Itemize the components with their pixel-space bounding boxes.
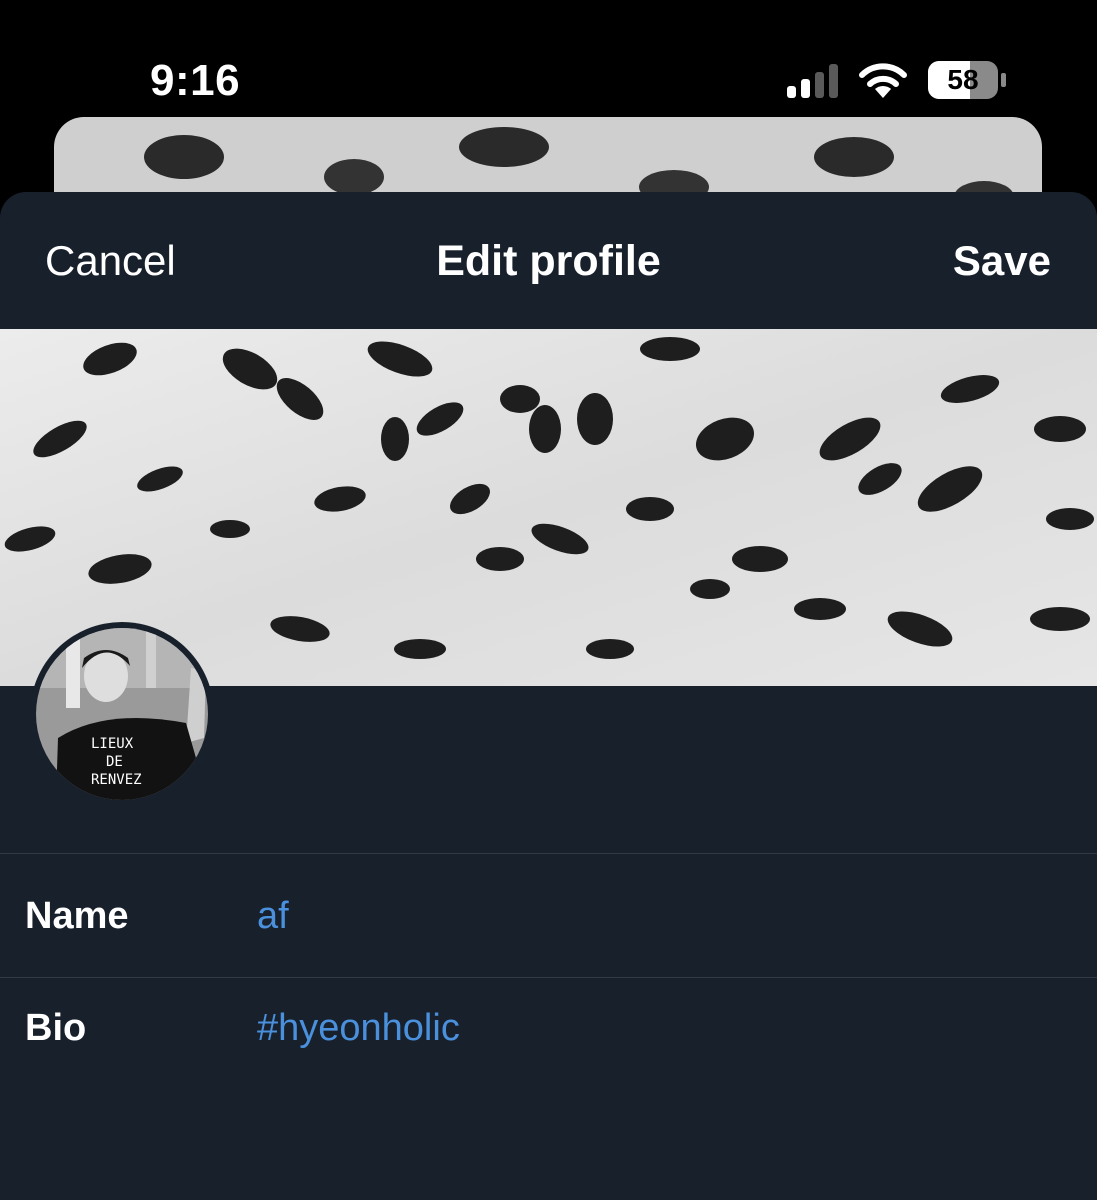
divider xyxy=(0,853,1097,854)
bio-field-label: Bio xyxy=(25,1007,87,1049)
cellular-signal-icon xyxy=(787,64,838,98)
save-button[interactable]: Save xyxy=(953,237,1051,285)
svg-text:DE: DE xyxy=(106,754,123,770)
name-field-input[interactable]: af xyxy=(257,895,289,938)
svg-text:LIEUX: LIEUX xyxy=(91,736,134,752)
avatar[interactable]: LIEUX DE RENVEZ xyxy=(30,622,214,806)
edit-profile-sheet: Cancel Edit profile Save LIEUX DE RENVEZ… xyxy=(0,192,1097,1200)
nav-bar: Cancel Edit profile Save xyxy=(0,192,1097,329)
svg-text:RENVEZ: RENVEZ xyxy=(91,772,142,788)
divider xyxy=(0,977,1097,978)
wifi-icon xyxy=(859,63,907,98)
status-bar: 9:16 58 xyxy=(0,0,1097,120)
status-time: 9:16 xyxy=(150,56,241,105)
bio-field-input[interactable]: #hyeonholic xyxy=(257,1007,460,1050)
name-field-label: Name xyxy=(25,895,129,937)
battery-level: 58 xyxy=(947,64,979,95)
page-title: Edit profile xyxy=(436,237,661,285)
